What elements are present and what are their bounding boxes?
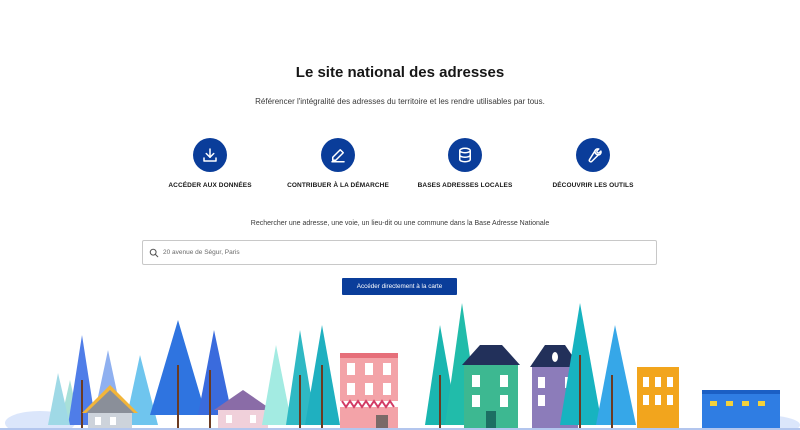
feature-icon-circle xyxy=(321,138,355,172)
feature-icon-circle xyxy=(193,138,227,172)
search-caption: Rechercher une adresse, une voie, un lie… xyxy=(250,220,550,227)
feature-icon-circle xyxy=(576,138,610,172)
pencil-icon xyxy=(331,149,345,163)
feature-contribute[interactable]: CONTRIBUER À LA DÉMARCHE xyxy=(273,138,403,189)
feature-download-data[interactable]: ACCÉDER AUX DONNÉES xyxy=(145,138,275,189)
town-illustration xyxy=(0,303,800,430)
page-title: Le site national des adresses xyxy=(295,64,505,81)
map-access-button[interactable]: Accéder directement à la carte xyxy=(342,278,457,295)
feature-label: DÉCOUVRIR LES OUTILS xyxy=(552,182,634,189)
search-icon xyxy=(149,248,159,257)
feature-links: ACCÉDER AUX DONNÉES CONTRIBUER À LA DÉMA… xyxy=(145,138,655,198)
wrench-icon xyxy=(588,148,602,163)
feature-label: CONTRIBUER À LA DÉMARCHE xyxy=(287,182,389,189)
feature-discover-tools[interactable]: DÉCOUVRIR LES OUTILS xyxy=(528,138,658,189)
feature-label: ACCÉDER AUX DONNÉES xyxy=(168,182,252,189)
feature-icon-circle xyxy=(448,138,482,172)
search-box[interactable] xyxy=(142,240,657,265)
search-input[interactable] xyxy=(163,241,656,264)
page-subtitle: Référencer l'intégralité des adresses du… xyxy=(255,97,545,106)
feature-label: BASES ADRESSES LOCALES xyxy=(417,182,513,189)
database-icon xyxy=(459,147,471,163)
feature-local-address-bases[interactable]: BASES ADRESSES LOCALES xyxy=(400,138,530,189)
download-icon xyxy=(203,148,217,162)
